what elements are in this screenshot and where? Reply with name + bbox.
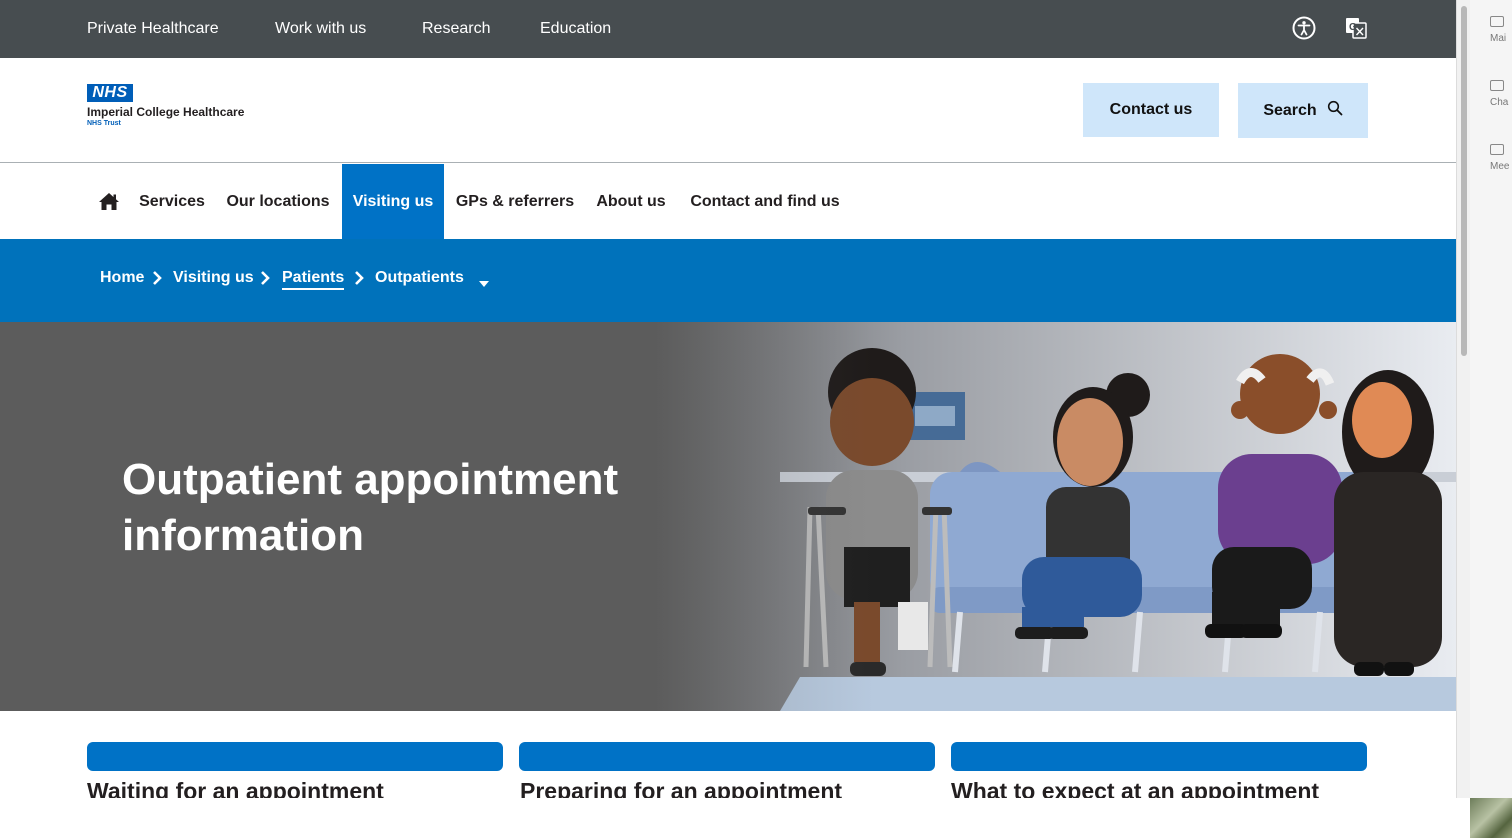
side-item-label: Mai (1490, 33, 1507, 44)
nhs-logo[interactable]: NHS (87, 84, 133, 102)
browser-page: Private Healthcare Work with us Research… (0, 0, 1512, 838)
topic-cards: Waiting for an appointment Preparing for… (0, 711, 1456, 798)
website: Private Healthcare Work with us Research… (0, 0, 1456, 798)
nav-gps-referrers[interactable]: GPs & referrers (447, 164, 583, 239)
search-button[interactable]: Search (1238, 83, 1368, 138)
side-panel: Mai Cha Mee (1470, 0, 1512, 798)
card-preparing[interactable]: Preparing for an appointment (520, 778, 842, 798)
contact-us-label: Contact us (1109, 101, 1193, 118)
page-title-line2: information (122, 511, 364, 560)
nav-services[interactable]: Services (132, 164, 212, 239)
meet-icon (1490, 144, 1504, 155)
side-item-meet[interactable]: Mee (1490, 144, 1512, 172)
card-waiting[interactable]: Waiting for an appointment (87, 778, 384, 798)
card-header-bar (519, 742, 935, 771)
top-link-research[interactable]: Research (422, 20, 490, 38)
card-what-to-expect[interactable]: What to expect at an appointment (951, 778, 1319, 798)
utility-bar: Private Healthcare Work with us Research… (0, 0, 1456, 58)
breadcrumb: Home Visiting us Patients Outpatients (0, 239, 1456, 322)
chevron-right-icon (260, 271, 270, 290)
desktop-background (1470, 798, 1512, 838)
page-title-line1: Outpatient appointment (122, 455, 619, 504)
search-label: Search (1263, 101, 1317, 119)
svg-text:G: G (1349, 22, 1357, 33)
side-item-label: Cha (1490, 97, 1509, 108)
window-bottom-edge (0, 798, 1512, 838)
side-item-chat[interactable]: Cha (1490, 80, 1512, 108)
site-header: NHS Imperial College Healthcare NHS Trus… (0, 58, 1456, 163)
main-nav: Services Our locations Visiting us GPs &… (0, 164, 1456, 239)
chevron-right-icon (354, 271, 364, 290)
caret-down-icon[interactable] (478, 275, 490, 293)
page-scrollbar[interactable] (1456, 0, 1470, 798)
breadcrumb-home[interactable]: Home (100, 269, 144, 287)
nav-about-us[interactable]: About us (589, 164, 673, 239)
translate-icon[interactable]: G (1343, 15, 1369, 41)
top-link-work-with-us[interactable]: Work with us (275, 20, 366, 38)
hero-banner: Outpatient appointment information (0, 322, 1456, 711)
nav-our-locations[interactable]: Our locations (218, 164, 338, 239)
breadcrumb-visiting-us[interactable]: Visiting us (173, 269, 254, 287)
nav-visiting-us[interactable]: Visiting us (342, 164, 444, 239)
top-link-education[interactable]: Education (540, 20, 611, 38)
contact-us-button[interactable]: Contact us (1083, 83, 1219, 137)
search-icon (1327, 100, 1343, 121)
accessibility-icon[interactable] (1291, 15, 1317, 41)
side-item-label: Mee (1490, 161, 1510, 172)
page-title: Outpatient appointment information (122, 452, 682, 564)
scrollbar-thumb[interactable] (1461, 6, 1467, 356)
side-item-mail[interactable]: Mai (1490, 16, 1512, 44)
org-name[interactable]: Imperial College Healthcare (87, 105, 244, 119)
breadcrumb-patients[interactable]: Patients (282, 269, 345, 290)
breadcrumb-outpatients[interactable]: Outpatients (375, 269, 464, 287)
mail-icon (1490, 16, 1504, 27)
chevron-right-icon (152, 271, 162, 290)
top-link-private-healthcare[interactable]: Private Healthcare (87, 20, 219, 38)
card-header-bar (951, 742, 1367, 771)
home-icon[interactable] (96, 164, 122, 239)
card-header-bar (87, 742, 503, 771)
chat-icon (1490, 80, 1504, 91)
org-subtitle: NHS Trust (87, 120, 121, 127)
nav-contact-find-us[interactable]: Contact and find us (680, 164, 850, 239)
